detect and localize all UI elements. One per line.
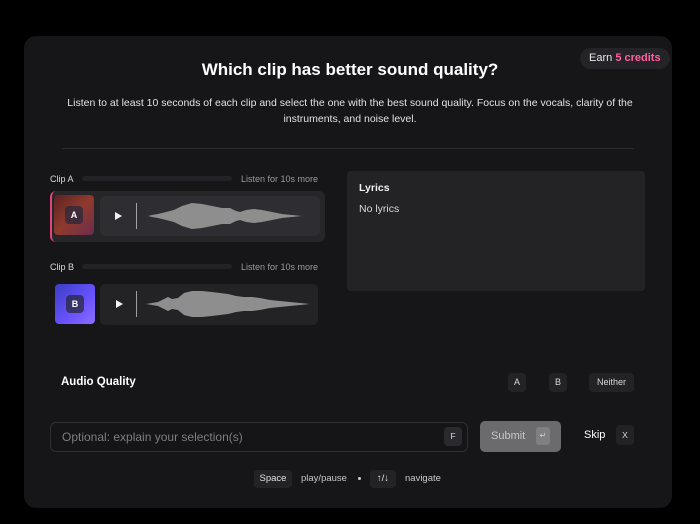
- clip-a-waveform[interactable]: [136, 200, 316, 232]
- explain-shortcut-key: F: [444, 427, 462, 446]
- clip-a-badge: A: [65, 206, 83, 224]
- clip-b-progress-track: [82, 264, 232, 269]
- play-pause-hint: play/pause: [301, 473, 347, 484]
- clip-b-listen-hint: Listen for 10s more: [241, 262, 319, 272]
- submit-button[interactable]: Submit ↵: [480, 421, 561, 452]
- clip-a-thumbnail: A: [54, 195, 94, 235]
- choice-neither-button[interactable]: Neither: [589, 373, 634, 392]
- divider: [62, 148, 634, 149]
- choice-b-button[interactable]: B: [549, 373, 567, 392]
- lyrics-title: Lyrics: [359, 182, 390, 194]
- explain-input[interactable]: Optional: explain your selection(s): [50, 422, 468, 452]
- clip-a-waveform-box[interactable]: [100, 196, 320, 236]
- clip-b-badge: B: [66, 295, 84, 313]
- lyrics-body: No lyrics: [359, 203, 400, 215]
- separator-dot: [358, 477, 361, 480]
- play-icon[interactable]: [116, 300, 123, 308]
- skip-button[interactable]: Skip: [584, 429, 605, 441]
- page-title: Which clip has better sound quality?: [201, 60, 499, 79]
- clip-b-waveform-box[interactable]: [100, 284, 318, 325]
- skip-shortcut-key: X: [616, 425, 634, 445]
- clip-b-waveform[interactable]: [136, 288, 316, 320]
- clip-b-label: Clip B: [50, 262, 75, 272]
- audio-quality-label: Audio Quality: [61, 376, 136, 388]
- arrow-keys: ↑/↓: [370, 470, 396, 488]
- space-key: Space: [254, 470, 292, 488]
- choice-a-button[interactable]: A: [508, 373, 526, 392]
- instructions-text: Listen to at least 10 seconds of each cl…: [67, 97, 633, 125]
- clip-a-listen-hint: Listen for 10s more: [241, 174, 319, 184]
- clip-a-label: Clip A: [50, 174, 74, 184]
- clip-b-player[interactable]: B: [50, 280, 325, 330]
- play-icon[interactable]: [115, 212, 122, 220]
- clip-a-player[interactable]: A: [50, 191, 325, 242]
- lyrics-panel: Lyrics No lyrics: [347, 171, 645, 291]
- submit-label: Submit: [491, 430, 526, 442]
- clip-a-progress-track: [82, 176, 232, 181]
- enter-key-icon: ↵: [536, 427, 550, 445]
- navigate-hint: navigate: [405, 473, 441, 484]
- clip-b-thumbnail: B: [55, 284, 95, 324]
